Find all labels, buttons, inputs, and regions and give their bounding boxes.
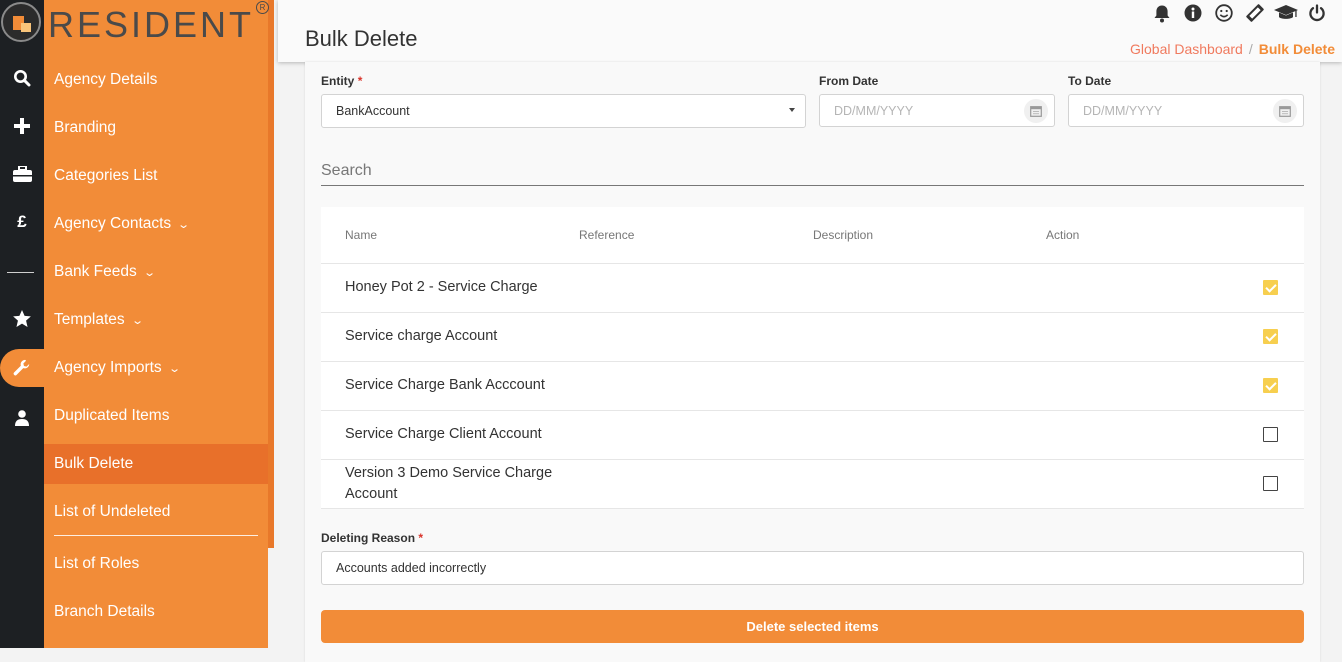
row-select-checkbox-checked[interactable]: [1263, 378, 1278, 393]
table-row: Service charge Account: [321, 313, 1304, 362]
table-row: Version 3 Demo Service Charge Account: [321, 460, 1304, 509]
wrench-icon[interactable]: [0, 348, 44, 388]
sidebar-item-label: Agency Details: [54, 71, 158, 88]
from-date-input[interactable]: DD/MM/YYYY: [819, 94, 1055, 127]
sidebar-item-branch-details[interactable]: Branch Details: [44, 592, 268, 632]
icon-rail: £: [0, 0, 44, 648]
sidebar-item-label: Bulk Delete: [54, 455, 134, 472]
star-icon[interactable]: [0, 298, 44, 338]
smiley-icon[interactable]: [1208, 2, 1239, 24]
calendar-icon[interactable]: [1273, 99, 1297, 123]
sidebar-item-bulk-delete[interactable]: Bulk Delete: [44, 444, 268, 484]
column-header-description[interactable]: Description: [813, 228, 873, 242]
page-title: Bulk Delete: [305, 26, 418, 51]
row-name: Honey Pot 2 - Service Charge: [345, 279, 538, 295]
sidebar-item-label: Branding: [54, 119, 117, 136]
pound-icon[interactable]: £: [0, 202, 44, 242]
bell-icon[interactable]: [1146, 2, 1177, 24]
sidebar-item-branding[interactable]: Branding: [44, 108, 268, 148]
row-select-checkbox[interactable]: [1263, 476, 1278, 491]
sidebar-item-label: List of Undeleted: [54, 503, 171, 520]
breadcrumb-global-dashboard-link[interactable]: Global Dashboard: [1130, 41, 1243, 57]
table-header: Name Reference Description Action: [321, 207, 1304, 264]
to-date-label: To Date: [1068, 74, 1112, 88]
search-icon[interactable]: [0, 58, 44, 98]
table-body: Honey Pot 2 - Service Charge Service char…: [321, 264, 1304, 509]
to-date-placeholder: DD/MM/YYYY: [1083, 103, 1163, 118]
power-icon[interactable]: [1301, 2, 1332, 24]
sidebar-item-templates[interactable]: Templates ⌄: [44, 300, 268, 340]
resident-logo-icon[interactable]: [1, 2, 41, 42]
user-icon[interactable]: [0, 398, 44, 438]
table-row: Service Charge Client Account: [321, 411, 1304, 460]
chevron-down-icon: ⌄: [177, 218, 191, 231]
sidebar-item-agency-imports[interactable]: Agency Imports ⌄: [44, 348, 268, 388]
search-input[interactable]: Search: [321, 158, 1304, 186]
sidebar-item-label: Duplicated Items: [54, 407, 170, 424]
menu-divider: [54, 535, 258, 536]
chevron-down-icon: ⌄: [167, 362, 181, 375]
brand-wordmark: RESIDENT: [48, 4, 255, 45]
row-select-checkbox-checked[interactable]: [1263, 329, 1278, 344]
deleting-reason-value: Accounts added incorrectly: [336, 561, 487, 575]
sidebar-item-agency-contacts[interactable]: Agency Contacts ⌄: [44, 204, 268, 244]
row-select-checkbox[interactable]: [1263, 427, 1278, 442]
calendar-icon[interactable]: [1024, 99, 1048, 123]
ticket-icon[interactable]: [1239, 2, 1270, 24]
sidebar-item-label: Templates: [54, 311, 125, 328]
delete-selected-items-button[interactable]: Delete selected items: [321, 610, 1304, 643]
table-row: Honey Pot 2 - Service Charge: [321, 264, 1304, 313]
breadcrumb: Global Dashboard / Bulk Delete: [1130, 41, 1335, 57]
info-icon[interactable]: [1177, 2, 1208, 24]
sidebar-item-agency-details[interactable]: Agency Details: [44, 60, 268, 100]
chevron-down-icon: ⌄: [130, 314, 144, 327]
rail-separator: [7, 272, 34, 273]
sidebar-item-label: Agency Contacts: [54, 215, 172, 232]
sidebar-item-label: Branch Details: [54, 603, 155, 620]
column-header-name[interactable]: Name: [345, 228, 377, 242]
sidebar-item-categories-list[interactable]: Categories List: [44, 156, 268, 196]
sidebar-item-bank-feeds[interactable]: Bank Feeds ⌄: [44, 252, 268, 292]
row-name: Version 3 Demo Service Charge Account: [345, 465, 553, 502]
registered-mark: R: [256, 1, 269, 14]
row-select-checkbox-checked[interactable]: [1263, 280, 1278, 295]
sidebar-item-list-of-undeleted[interactable]: List of Undeleted: [44, 492, 268, 532]
plus-icon[interactable]: [0, 106, 44, 146]
sidebar-item-label: Bank Feeds: [54, 263, 137, 280]
column-header-action[interactable]: Action: [1046, 228, 1079, 242]
row-name: Service Charge Client Account: [345, 426, 542, 442]
table-row: Service Charge Bank Acccount: [321, 362, 1304, 411]
sidebar-item-list-of-roles[interactable]: List of Roles: [44, 544, 268, 584]
entity-select[interactable]: BankAccount: [321, 94, 806, 128]
entity-label: Entity *: [321, 74, 363, 88]
sidebar-item-label: List of Roles: [54, 555, 140, 572]
breadcrumb-separator: /: [1248, 41, 1253, 57]
entity-select-value: BankAccount: [336, 104, 410, 118]
sidebar-item-label: Categories List: [54, 167, 158, 184]
deleting-reason-label: Deleting Reason *: [321, 531, 424, 545]
sidebar-item-duplicated-items[interactable]: Duplicated Items: [44, 396, 268, 436]
graduation-cap-icon[interactable]: [1270, 2, 1301, 24]
chevron-down-icon: ⌄: [142, 266, 156, 279]
column-header-reference[interactable]: Reference: [579, 228, 634, 242]
sidebar-scrollbar[interactable]: [268, 0, 274, 548]
sidebar-item-label: Agency Imports: [54, 359, 162, 376]
header-icon-bar: [1146, 2, 1332, 24]
from-date-placeholder: DD/MM/YYYY: [834, 103, 914, 118]
to-date-input[interactable]: DD/MM/YYYY: [1068, 94, 1304, 127]
records-table: Name Reference Description Action Honey …: [321, 207, 1304, 509]
row-name: Service Charge Bank Acccount: [345, 377, 545, 393]
dropdown-caret-icon: [789, 108, 795, 112]
deleting-reason-input[interactable]: Accounts added incorrectly: [321, 551, 1304, 585]
row-name: Service charge Account: [345, 328, 498, 344]
breadcrumb-current: Bulk Delete: [1258, 41, 1335, 57]
briefcase-icon[interactable]: [0, 154, 44, 194]
from-date-label: From Date: [819, 74, 879, 88]
